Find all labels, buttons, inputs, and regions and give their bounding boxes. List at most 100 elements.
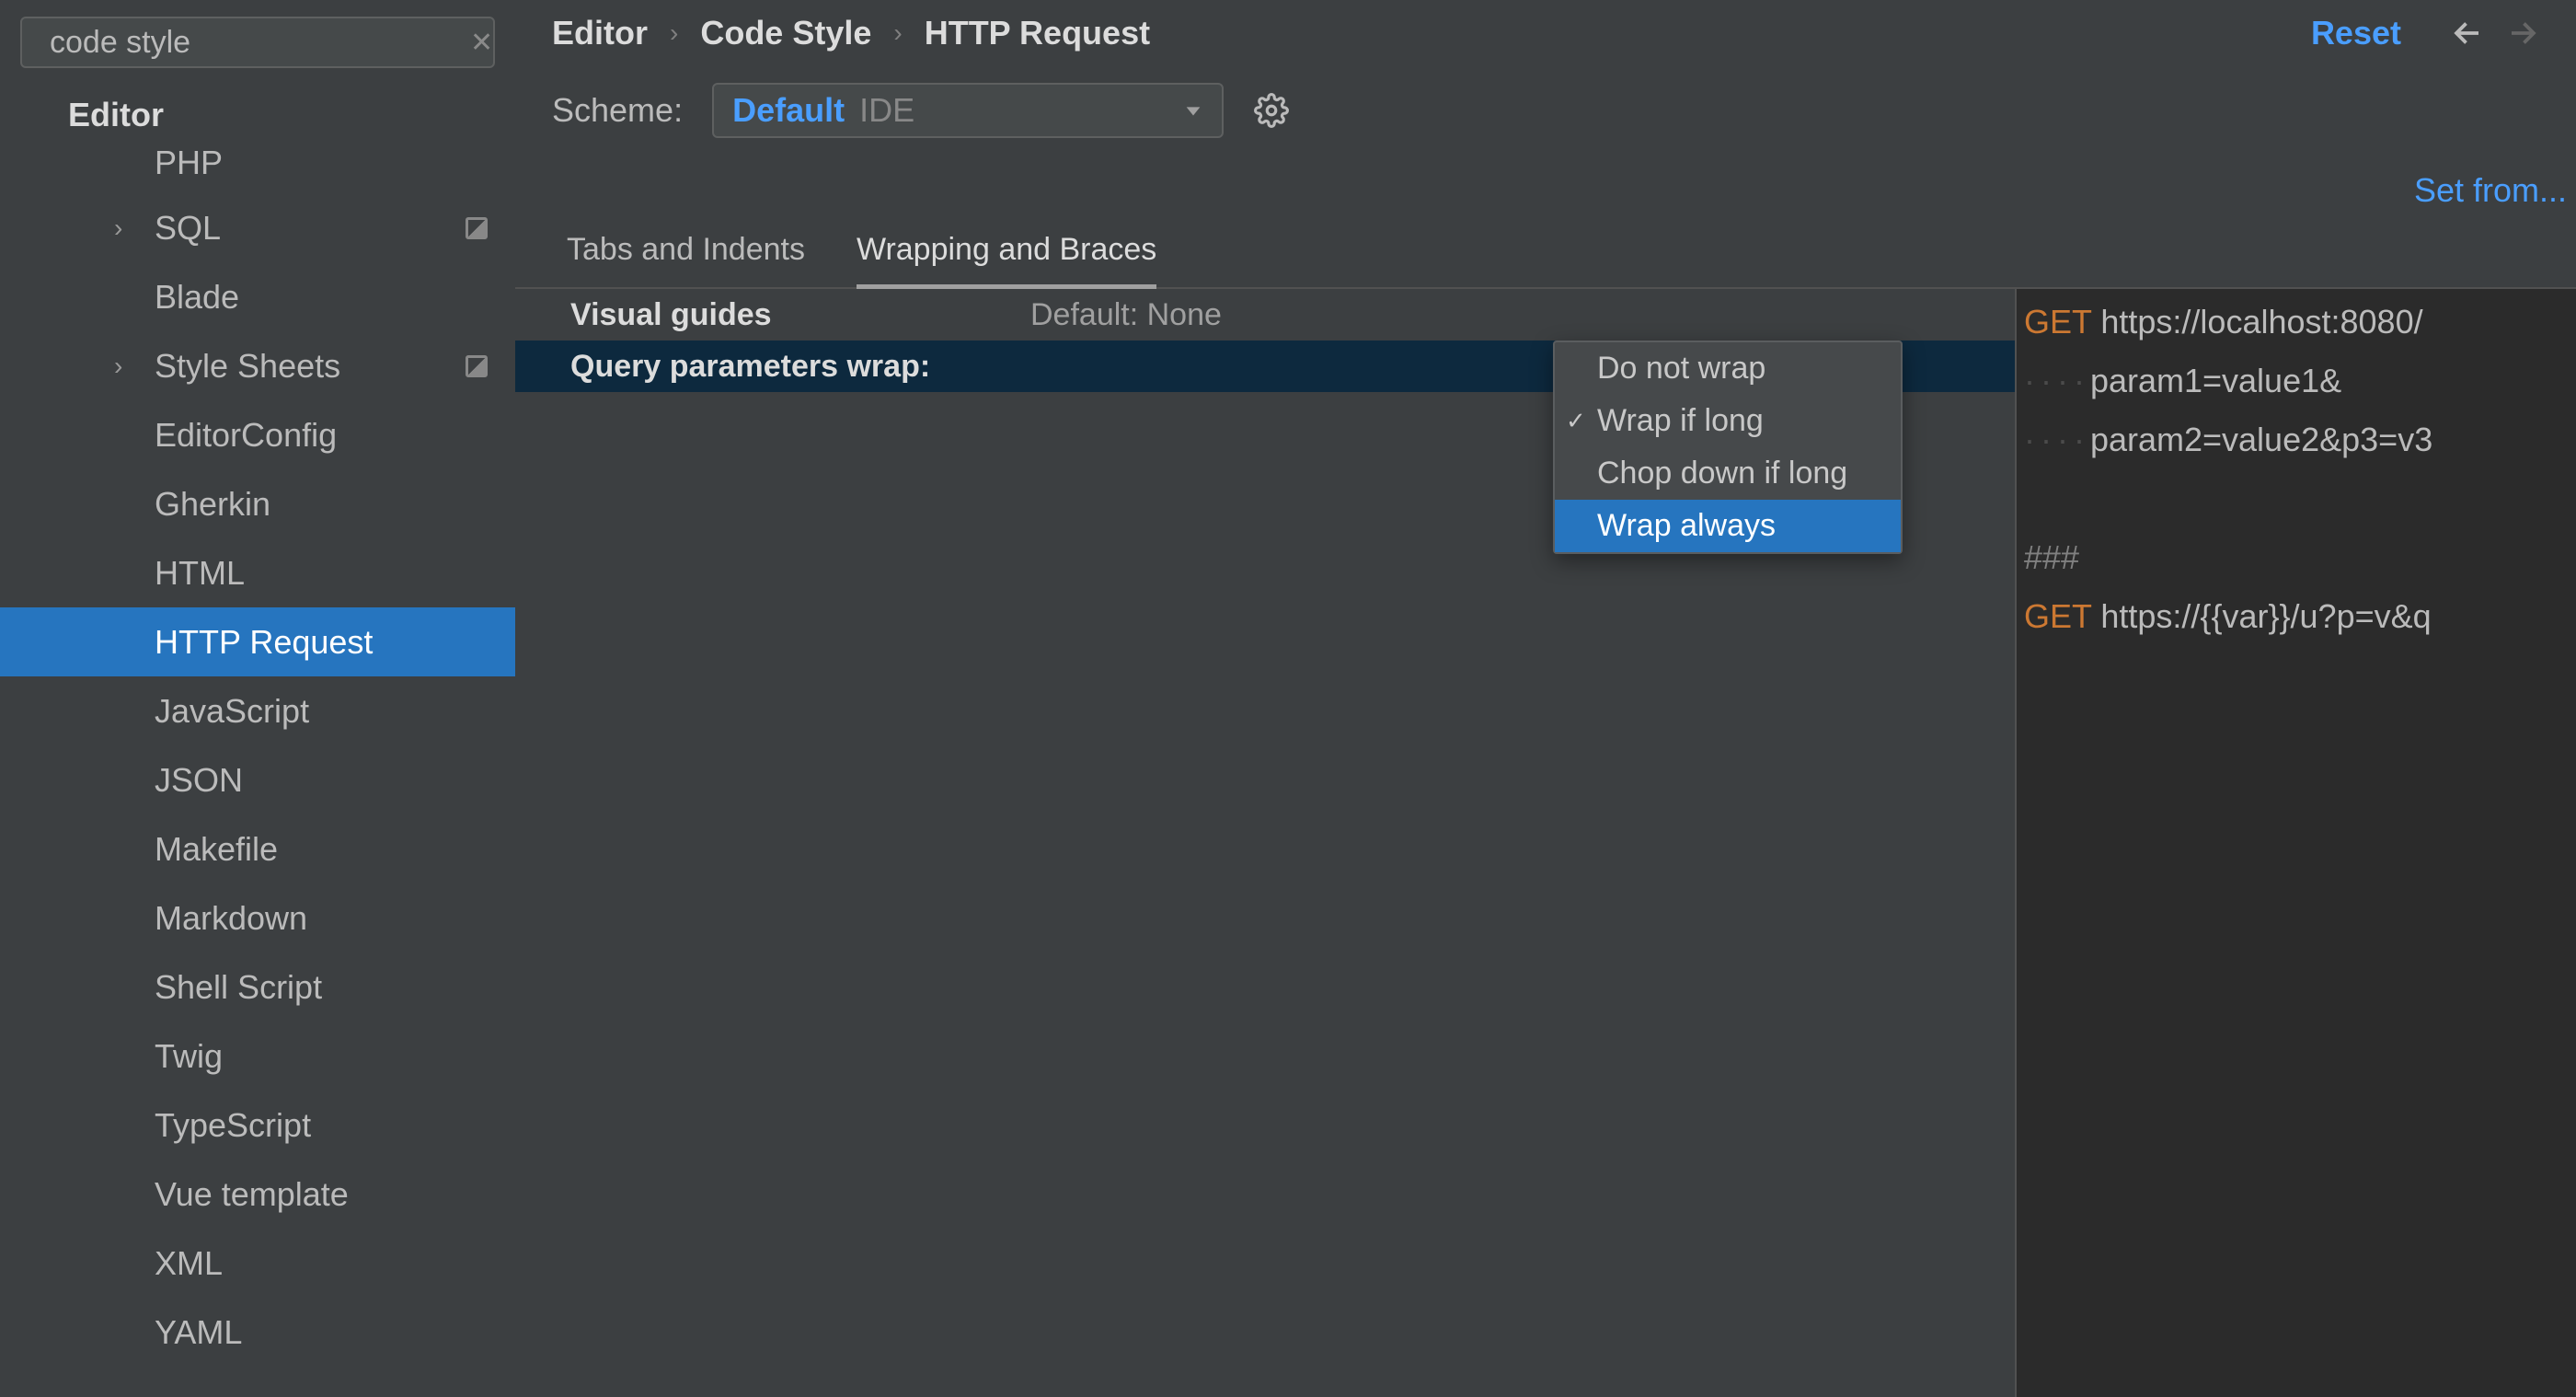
tree-item-label: SQL	[155, 209, 221, 248]
keyword-get: GET	[2024, 303, 2091, 341]
tree-item-label: EditorConfig	[155, 416, 337, 455]
breadcrumb-sep: ›	[893, 18, 902, 48]
tree-item-label: YAML	[155, 1313, 242, 1352]
chevron-down-icon	[1183, 100, 1203, 121]
nav-back-button[interactable]	[2451, 17, 2484, 50]
breadcrumb-0[interactable]: Editor	[552, 14, 648, 52]
tree-group-editor[interactable]: Editor	[0, 87, 515, 144]
preview-url: https://localhost:8080/	[2100, 303, 2422, 341]
tree-item-http-request[interactable]: HTTP Request	[0, 607, 515, 676]
main-panel: Editor › Code Style › HTTP Request Reset…	[515, 0, 2576, 1397]
dropdown-item-label: Do not wrap	[1597, 351, 1765, 387]
tree-item-json[interactable]: JSON	[0, 745, 515, 814]
tree-item-javascript[interactable]: JavaScript	[0, 676, 515, 745]
reset-link[interactable]: Reset	[2311, 14, 2401, 52]
settings-pane: Visual guidesDefault: NoneQuery paramete…	[515, 289, 2015, 1397]
preview-line: ····param1=value1&	[2024, 352, 2576, 410]
scheme-name: Default	[732, 91, 845, 130]
tree-item-markdown[interactable]: Markdown	[0, 883, 515, 952]
search-box[interactable]: ✕	[20, 17, 495, 68]
preview-line: GET https://{{var}}/u?p=v&q	[2024, 587, 2576, 646]
preview-text: param1=value1&	[2090, 362, 2341, 399]
code-preview: GET https://localhost:8080/····param1=va…	[2015, 289, 2576, 1397]
tree-item-label: Shell Script	[155, 968, 322, 1007]
preview-line: ###	[2024, 528, 2576, 587]
preview-url: https://{{var}}/u?p=v&q	[2100, 597, 2431, 635]
tree-item-label: XML	[155, 1244, 223, 1283]
tab-tabs-and-indents[interactable]: Tabs and Indents	[567, 232, 805, 287]
tree-item-label: Twig	[155, 1037, 223, 1076]
preview-line	[2024, 469, 2576, 528]
tree-item-shell-script[interactable]: Shell Script	[0, 952, 515, 1022]
scheme-label: Scheme:	[552, 91, 683, 130]
tree-item-label: PHP	[155, 144, 223, 182]
indent-guide-icon: ····	[2024, 421, 2090, 458]
dropdown-item-do-not-wrap[interactable]: Do not wrap	[1555, 342, 1901, 395]
wrap-dropdown[interactable]: Do not wrap ✓ Wrap if long Chop down if lon…	[1553, 341, 1903, 554]
tree-item-sql[interactable]: › SQL	[0, 193, 515, 262]
breadcrumb-2[interactable]: HTTP Request	[925, 14, 1150, 52]
tree-item-html[interactable]: HTML	[0, 538, 515, 607]
check-icon: ✓	[1566, 407, 1586, 435]
search-input[interactable]	[50, 25, 457, 61]
scheme-row: Scheme: Default IDE	[515, 66, 2576, 138]
setting-row-visual-guides[interactable]: Visual guidesDefault: None	[515, 289, 2015, 341]
tree-item-editorconfig[interactable]: EditorConfig	[0, 400, 515, 469]
tree-item-typescript[interactable]: TypeScript	[0, 1091, 515, 1160]
settings-tree: Editor PHP › SQL Blade › Style Sheets EditorCo…	[0, 81, 515, 1397]
nav-forward-button[interactable]	[2506, 17, 2539, 50]
tabs: Tabs and Indents Wrapping and Braces	[515, 210, 2576, 289]
dropdown-item-label: Wrap if long	[1597, 403, 1764, 439]
chevron-right-icon: ›	[114, 214, 122, 243]
dropdown-item-wrap-always[interactable]: Wrap always	[1555, 500, 1901, 552]
tree-item-twig[interactable]: Twig	[0, 1022, 515, 1091]
tree-item-vue-template[interactable]: Vue template	[0, 1160, 515, 1229]
tree-item-label: JavaScript	[155, 692, 309, 731]
tree-item-label: Vue template	[155, 1175, 349, 1214]
clear-search-icon[interactable]: ✕	[470, 27, 493, 59]
tree-item-xml[interactable]: XML	[0, 1229, 515, 1298]
tree-item-makefile[interactable]: Makefile	[0, 814, 515, 883]
tree-item-label: Markdown	[155, 899, 307, 938]
tree-item-php[interactable]: PHP	[0, 144, 515, 193]
chevron-right-icon: ›	[114, 352, 122, 381]
tree-item-yaml[interactable]: YAML	[0, 1298, 515, 1367]
preview-line: ····param2=value2&p3=v3	[2024, 410, 2576, 469]
dropdown-item-label: Chop down if long	[1597, 456, 1847, 491]
setting-value: Default: None	[1030, 297, 1222, 333]
tree-item-blade[interactable]: Blade	[0, 262, 515, 331]
dropdown-item-wrap-if-long[interactable]: ✓ Wrap if long	[1555, 395, 1901, 447]
dropdown-item-chop-down-if-long[interactable]: Chop down if long	[1555, 447, 1901, 500]
tree-item-label: JSON	[155, 761, 243, 800]
preview-line: GET https://localhost:8080/	[2024, 293, 2576, 352]
tree-item-label: Blade	[155, 278, 239, 317]
setting-label: Query parameters wrap:	[570, 349, 1030, 385]
content-row: Visual guidesDefault: NoneQuery paramete…	[515, 289, 2576, 1397]
set-from-link[interactable]: Set from...	[2414, 171, 2567, 210]
tree-item-label: HTTP Request	[155, 623, 373, 662]
indent-guide-icon: ····	[2024, 362, 2090, 399]
breadcrumb-sep: ›	[670, 18, 678, 48]
scheme-scope: IDE	[859, 91, 914, 130]
tree-item-label: HTML	[155, 554, 245, 593]
tree-item-style-sheets[interactable]: › Style Sheets	[0, 331, 515, 400]
tree-item-label: Style Sheets	[155, 347, 340, 386]
setting-label: Visual guides	[570, 297, 1030, 333]
separator: ###	[2024, 538, 2079, 576]
modified-indicator-icon	[466, 217, 488, 239]
keyword-get: GET	[2024, 597, 2091, 635]
setfrom-row: Set from...	[515, 138, 2576, 210]
dropdown-item-label: Wrap always	[1597, 508, 1776, 544]
tree-item-label: TypeScript	[155, 1106, 311, 1145]
scheme-select[interactable]: Default IDE	[712, 83, 1224, 138]
sidebar: ✕ Editor PHP›SQLBlade›Style SheetsEditor…	[0, 0, 515, 1397]
tree-item-gherkin[interactable]: Gherkin	[0, 469, 515, 538]
modified-indicator-icon	[466, 355, 488, 377]
scheme-actions-button[interactable]	[1253, 92, 1290, 129]
tree-item-label: Gherkin	[155, 485, 270, 524]
tab-wrapping-and-braces[interactable]: Wrapping and Braces	[857, 232, 1156, 289]
header: Editor › Code Style › HTTP Request Reset	[515, 0, 2576, 66]
tree-item-label: Makefile	[155, 830, 278, 869]
preview-text: param2=value2&p3=v3	[2090, 421, 2432, 458]
breadcrumb-1[interactable]: Code Style	[700, 14, 871, 52]
